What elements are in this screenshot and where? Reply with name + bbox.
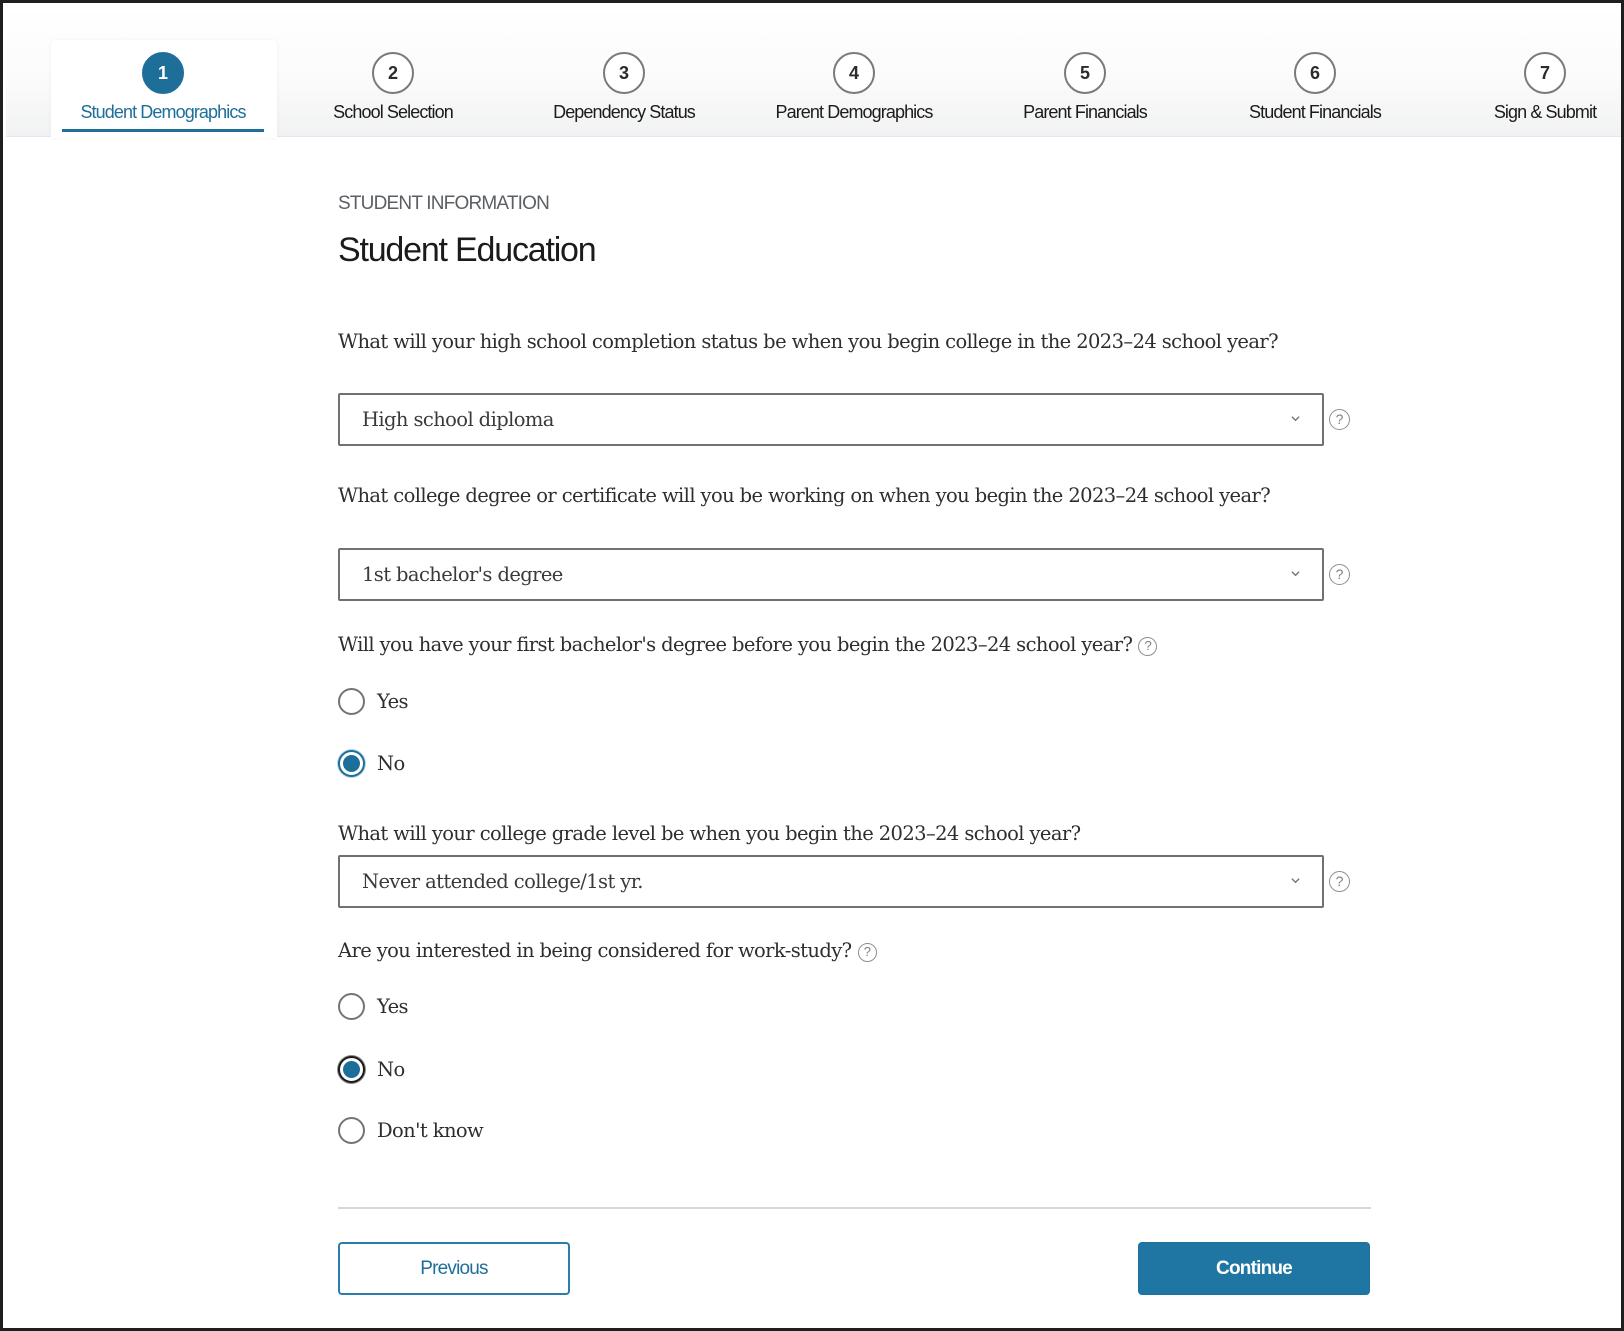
question-text: Will you have your first bachelor's degr…	[338, 633, 1133, 656]
grade-level-select[interactable]: Never attended college/1st yr.	[338, 855, 1324, 908]
chevron-down-icon	[1291, 571, 1300, 577]
step-number-badge: 6	[1294, 52, 1336, 94]
radio-label: Don't know	[377, 1118, 484, 1142]
question-text: Are you interested in being considered f…	[338, 939, 852, 962]
step-school-selection[interactable]: 2 School Selection	[278, 6, 508, 137]
hs-completion-question: What will your high school completion st…	[338, 330, 1279, 353]
step-label: School Selection	[333, 102, 454, 122]
section-divider	[338, 1207, 1371, 1209]
step-parent-financials[interactable]: 5 Parent Financials	[970, 6, 1200, 137]
page-title: Student Education	[338, 231, 597, 269]
chevron-down-icon	[1291, 416, 1300, 422]
step-label: Student Financials	[1249, 102, 1382, 122]
help-icon[interactable]: ?	[1329, 871, 1350, 892]
step-label: Dependency Status	[553, 102, 696, 122]
radio-circle[interactable]	[338, 992, 365, 1020]
first-bachelors-yes-radio[interactable]: Yes	[338, 686, 409, 716]
grade-level-question: What will your college grade level be wh…	[338, 822, 1081, 845]
step-label: Sign & Submit	[1493, 102, 1597, 122]
radio-label: No	[377, 1057, 405, 1081]
step-number-badge: 2	[372, 52, 414, 94]
hs-completion-select[interactable]: High school diploma	[338, 393, 1324, 446]
continue-button[interactable]: Continue	[1138, 1242, 1370, 1295]
step-dependency-status[interactable]: 3 Dependency Status	[509, 6, 739, 137]
first-bachelors-question: Will you have your first bachelor's degr…	[338, 628, 1328, 661]
radio-label: Yes	[377, 994, 409, 1018]
step-sign-and-submit[interactable]: 7 Sign & Submit	[1430, 6, 1624, 137]
step-parent-demographics[interactable]: 4 Parent Demographics	[739, 6, 969, 137]
active-step-underline	[62, 129, 264, 132]
degree-question: What college degree or certificate will …	[338, 484, 1271, 507]
application-window: 1 Student Demographics 2 School Selectio…	[0, 0, 1624, 1331]
step-student-financials[interactable]: 6 Student Financials	[1200, 6, 1430, 137]
radio-label: Yes	[377, 689, 409, 713]
work-study-yes-radio[interactable]: Yes	[338, 991, 409, 1021]
select-value: 1st bachelor's degree	[362, 563, 563, 586]
chevron-down-icon	[1291, 878, 1300, 884]
radio-circle[interactable]	[338, 1055, 365, 1083]
progress-stepper: 1 Student Demographics 2 School Selectio…	[6, 6, 1624, 138]
step-label: Parent Financials	[1023, 102, 1148, 122]
step-number-badge: 4	[833, 52, 875, 94]
radio-circle[interactable]	[338, 1116, 365, 1144]
degree-select[interactable]: 1st bachelor's degree	[338, 548, 1324, 601]
step-label: Parent Demographics	[775, 102, 934, 122]
section-label: STUDENT INFORMATION	[338, 193, 550, 214]
select-value: Never attended college/1st yr.	[362, 870, 643, 893]
step-number-badge: 3	[603, 52, 645, 94]
select-value: High school diploma	[362, 408, 554, 431]
step-student-demographics[interactable]: 1 Student Demographics	[48, 6, 278, 137]
radio-circle[interactable]	[338, 687, 365, 715]
radio-circle[interactable]	[338, 749, 365, 777]
work-study-no-radio[interactable]: No	[338, 1054, 405, 1084]
help-icon[interactable]: ?	[857, 943, 877, 962]
step-number-badge: 7	[1524, 52, 1566, 94]
radio-label: No	[377, 751, 405, 775]
work-study-question: Are you interested in being considered f…	[338, 934, 1328, 967]
work-study-dont-know-radio[interactable]: Don't know	[338, 1115, 484, 1145]
previous-button[interactable]: Previous	[338, 1242, 570, 1295]
first-bachelors-no-radio[interactable]: No	[338, 748, 405, 778]
step-number-badge: 5	[1064, 52, 1106, 94]
step-number-badge: 1	[142, 52, 184, 94]
help-icon[interactable]: ?	[1138, 637, 1158, 656]
step-label: Student Demographics	[80, 102, 246, 122]
help-icon[interactable]: ?	[1329, 409, 1350, 430]
help-icon[interactable]: ?	[1329, 564, 1350, 585]
